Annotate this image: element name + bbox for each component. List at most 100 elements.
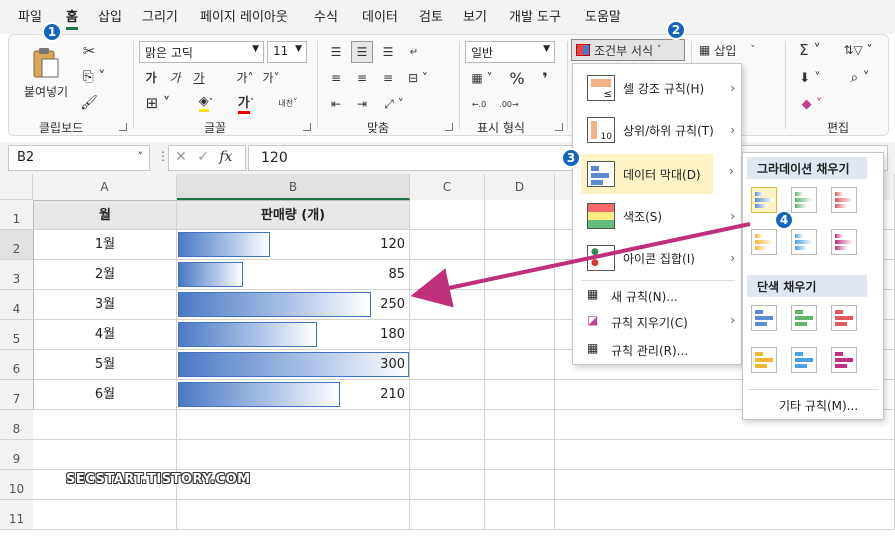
align-top-button[interactable]: ☰ — [325, 41, 347, 63]
align-right-button[interactable]: ≡ — [377, 67, 399, 89]
increase-decimal-button[interactable]: ←.0 — [467, 93, 491, 115]
tab-draw[interactable]: 그리기 — [142, 6, 178, 25]
fill-color-button[interactable]: ◈ ˅ — [189, 93, 223, 113]
row-header[interactable]: 1 — [0, 200, 33, 230]
insert-cells-button[interactable]: ▦ 삽입 ˅ — [699, 39, 779, 61]
empty-cell[interactable] — [177, 500, 410, 530]
border-button[interactable]: ⊞ ˅ — [141, 93, 175, 113]
empty-cell[interactable] — [555, 440, 895, 470]
align-center-button[interactable]: ≡ — [351, 67, 373, 89]
empty-cell[interactable] — [485, 440, 555, 470]
menu-item-new-rule[interactable]: ▦ 새 규칙(N)... — [573, 282, 743, 308]
empty-cell[interactable] — [177, 410, 410, 440]
empty-cell[interactable] — [177, 440, 410, 470]
column-header-c[interactable]: C — [410, 174, 485, 200]
empty-cell[interactable] — [485, 470, 555, 500]
row-header[interactable]: 9 — [0, 440, 33, 470]
empty-cell[interactable] — [410, 290, 485, 320]
header-cell-month[interactable]: 월 — [33, 200, 177, 230]
gradient-fill-swatch[interactable] — [791, 229, 817, 255]
menu-item-manage-rules[interactable]: ▦ 규칙 관리(R)... — [573, 336, 743, 362]
empty-cell[interactable] — [485, 230, 555, 260]
menu-item-highlight-rules[interactable]: ≤ 셀 강조 규칙(H) › — [573, 68, 743, 108]
solid-fill-swatch[interactable] — [831, 305, 857, 331]
menu-item-color-scales[interactable]: 색조(S) › — [573, 196, 743, 236]
month-cell[interactable]: 1월 — [33, 230, 177, 260]
tab-file[interactable]: 파일 — [18, 6, 42, 25]
font-color-button[interactable]: 가 ˅ — [229, 93, 263, 114]
wrap-text-button[interactable]: ↵ — [403, 41, 425, 63]
copy-button[interactable]: ⎘ ˅ — [79, 67, 109, 87]
clear-button[interactable]: ◆ ˅ — [795, 93, 829, 115]
row-header[interactable]: 2 — [0, 230, 33, 260]
empty-cell[interactable] — [485, 260, 555, 290]
gradient-fill-swatch[interactable] — [751, 187, 777, 213]
month-cell[interactable]: 2월 — [33, 260, 177, 290]
tab-formulas[interactable]: 수식 — [314, 6, 338, 25]
gradient-fill-swatch[interactable] — [791, 187, 817, 213]
orientation-button[interactable]: ⤢ ˅ — [377, 93, 411, 115]
empty-cell[interactable] — [555, 500, 895, 530]
check-icon[interactable]: ✓ — [197, 149, 209, 165]
tab-data[interactable]: 데이터 — [362, 6, 398, 25]
cut-button[interactable]: ✂ — [79, 41, 99, 61]
sales-cell[interactable]: 210 — [177, 380, 410, 410]
font-size-select[interactable]: 11 ▼ — [267, 41, 307, 63]
alignment-launcher-icon[interactable] — [445, 123, 453, 131]
month-cell[interactable]: 3월 — [33, 290, 177, 320]
tab-view[interactable]: 보기 — [463, 6, 487, 25]
empty-cell[interactable] — [485, 500, 555, 530]
empty-cell[interactable] — [410, 380, 485, 410]
empty-cell[interactable] — [410, 470, 485, 500]
indent-decrease-button[interactable]: ⇤ — [325, 93, 347, 115]
italic-button[interactable]: 가 — [167, 68, 183, 86]
menu-item-top-bottom-rules[interactable]: 10 상위/하위 규칙(T) › — [573, 110, 743, 150]
clipboard-launcher-icon[interactable] — [119, 123, 127, 131]
empty-cell[interactable] — [410, 350, 485, 380]
tab-help[interactable]: 도움말 — [585, 6, 621, 25]
row-header[interactable]: 7 — [0, 380, 33, 410]
sales-cell[interactable]: 85 — [177, 260, 410, 290]
empty-cell[interactable] — [33, 500, 177, 530]
font-launcher-icon[interactable] — [303, 123, 311, 131]
empty-cell[interactable] — [410, 440, 485, 470]
menu-item-clear-rules[interactable]: ◪ 규칙 지우기(C) › — [573, 308, 743, 334]
conditional-format-button[interactable]: 조건부 서식 ˅ — [571, 39, 685, 61]
align-left-button[interactable]: ≡ — [325, 67, 347, 89]
font-shrink-button[interactable]: 가˅ — [261, 68, 281, 86]
month-cell[interactable]: 6월 — [33, 380, 177, 410]
empty-cell[interactable] — [410, 230, 485, 260]
fill-button[interactable]: ⬇ ˅ — [795, 67, 825, 89]
solid-fill-swatch[interactable] — [751, 305, 777, 331]
sales-cell[interactable]: 180 — [177, 320, 410, 350]
merge-button[interactable]: ⊟ ˅ — [403, 67, 433, 89]
tab-home[interactable]: 홈 — [66, 6, 78, 30]
header-cell-sales[interactable]: 판매량 (개) — [177, 200, 410, 230]
tab-insert[interactable]: 삽입 — [98, 6, 122, 25]
autosum-button[interactable]: Σ ˅ — [795, 39, 825, 61]
month-cell[interactable]: 5월 — [33, 350, 177, 380]
empty-cell[interactable] — [555, 470, 895, 500]
row-header[interactable]: 5 — [0, 320, 33, 350]
number-launcher-icon[interactable] — [555, 123, 563, 131]
empty-cell[interactable] — [33, 410, 177, 440]
empty-cell[interactable] — [410, 200, 485, 230]
solid-fill-swatch[interactable] — [751, 347, 777, 373]
font-name-select[interactable]: 맑은 고딕 ▼ — [139, 41, 264, 63]
bold-button[interactable]: 가 — [143, 68, 159, 86]
find-select-button[interactable]: ⌕ ˅ — [845, 67, 875, 89]
sales-cell[interactable]: 300 — [177, 350, 410, 380]
tab-review[interactable]: 검토 — [419, 6, 443, 25]
sales-cell[interactable]: 250 — [177, 290, 410, 320]
sales-cell[interactable]: 120 — [177, 230, 410, 260]
empty-cell[interactable] — [485, 320, 555, 350]
name-box[interactable]: B2 ˅ — [8, 145, 150, 171]
currency-button[interactable]: ▦ ˅ — [467, 67, 497, 89]
empty-cell[interactable] — [410, 500, 485, 530]
tab-developer[interactable]: 개발 도구 — [509, 6, 561, 25]
sort-filter-button[interactable]: ⇅▽ ˅ — [841, 39, 875, 61]
empty-cell[interactable] — [410, 320, 485, 350]
solid-fill-swatch[interactable] — [831, 347, 857, 373]
row-header[interactable]: 3 — [0, 260, 33, 290]
phonetic-button[interactable]: 내천 ˅ — [271, 93, 305, 113]
